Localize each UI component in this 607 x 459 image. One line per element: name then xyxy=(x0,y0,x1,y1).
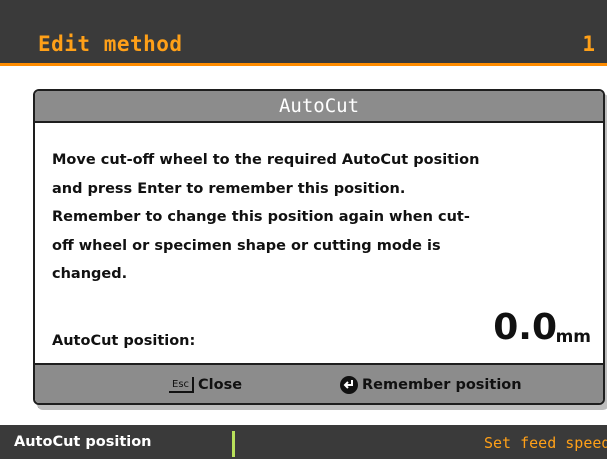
message-line: Remember to change this position again w… xyxy=(52,209,470,225)
autocut-position-value: 0.0 xyxy=(493,307,557,348)
device-screen: Edit method 1 AutoCut Move cut-off wheel… xyxy=(0,0,607,459)
page-number: 1 xyxy=(582,32,595,56)
remember-position-button[interactable]: Remember position xyxy=(340,373,522,397)
remember-button-label: Remember position xyxy=(362,377,522,393)
header-bar: Edit method 1 xyxy=(0,0,607,66)
autocut-position-label: AutoCut position: xyxy=(52,333,196,349)
close-button-label: Close xyxy=(198,377,243,393)
esc-key-icon: Esc xyxy=(169,377,195,393)
dialog-footer: Esc Close Remember position xyxy=(35,363,603,403)
message-line: Move cut-off wheel to the required AutoC… xyxy=(52,152,480,168)
status-separator xyxy=(232,431,235,457)
message-line: and press Enter to remember this positio… xyxy=(52,180,406,197)
message-line: changed. xyxy=(52,266,128,282)
position-unit: mm xyxy=(555,327,591,347)
close-button[interactable]: Esc Close xyxy=(169,373,242,397)
status-hint: Set feed speed xyxy=(484,434,607,452)
status-current-field: AutoCut position xyxy=(14,434,152,450)
enter-key-icon xyxy=(340,376,358,394)
status-bar: AutoCut position Set feed speed xyxy=(0,425,607,459)
message-line: off wheel or specimen shape or cutting m… xyxy=(52,237,441,254)
dialog-message: Move cut-off wheel to the required AutoC… xyxy=(52,146,597,289)
dialog-title: AutoCut xyxy=(35,91,603,123)
autocut-dialog: AutoCut Move cut-off wheel to the requir… xyxy=(33,89,605,405)
page-title: Edit method xyxy=(38,32,183,56)
